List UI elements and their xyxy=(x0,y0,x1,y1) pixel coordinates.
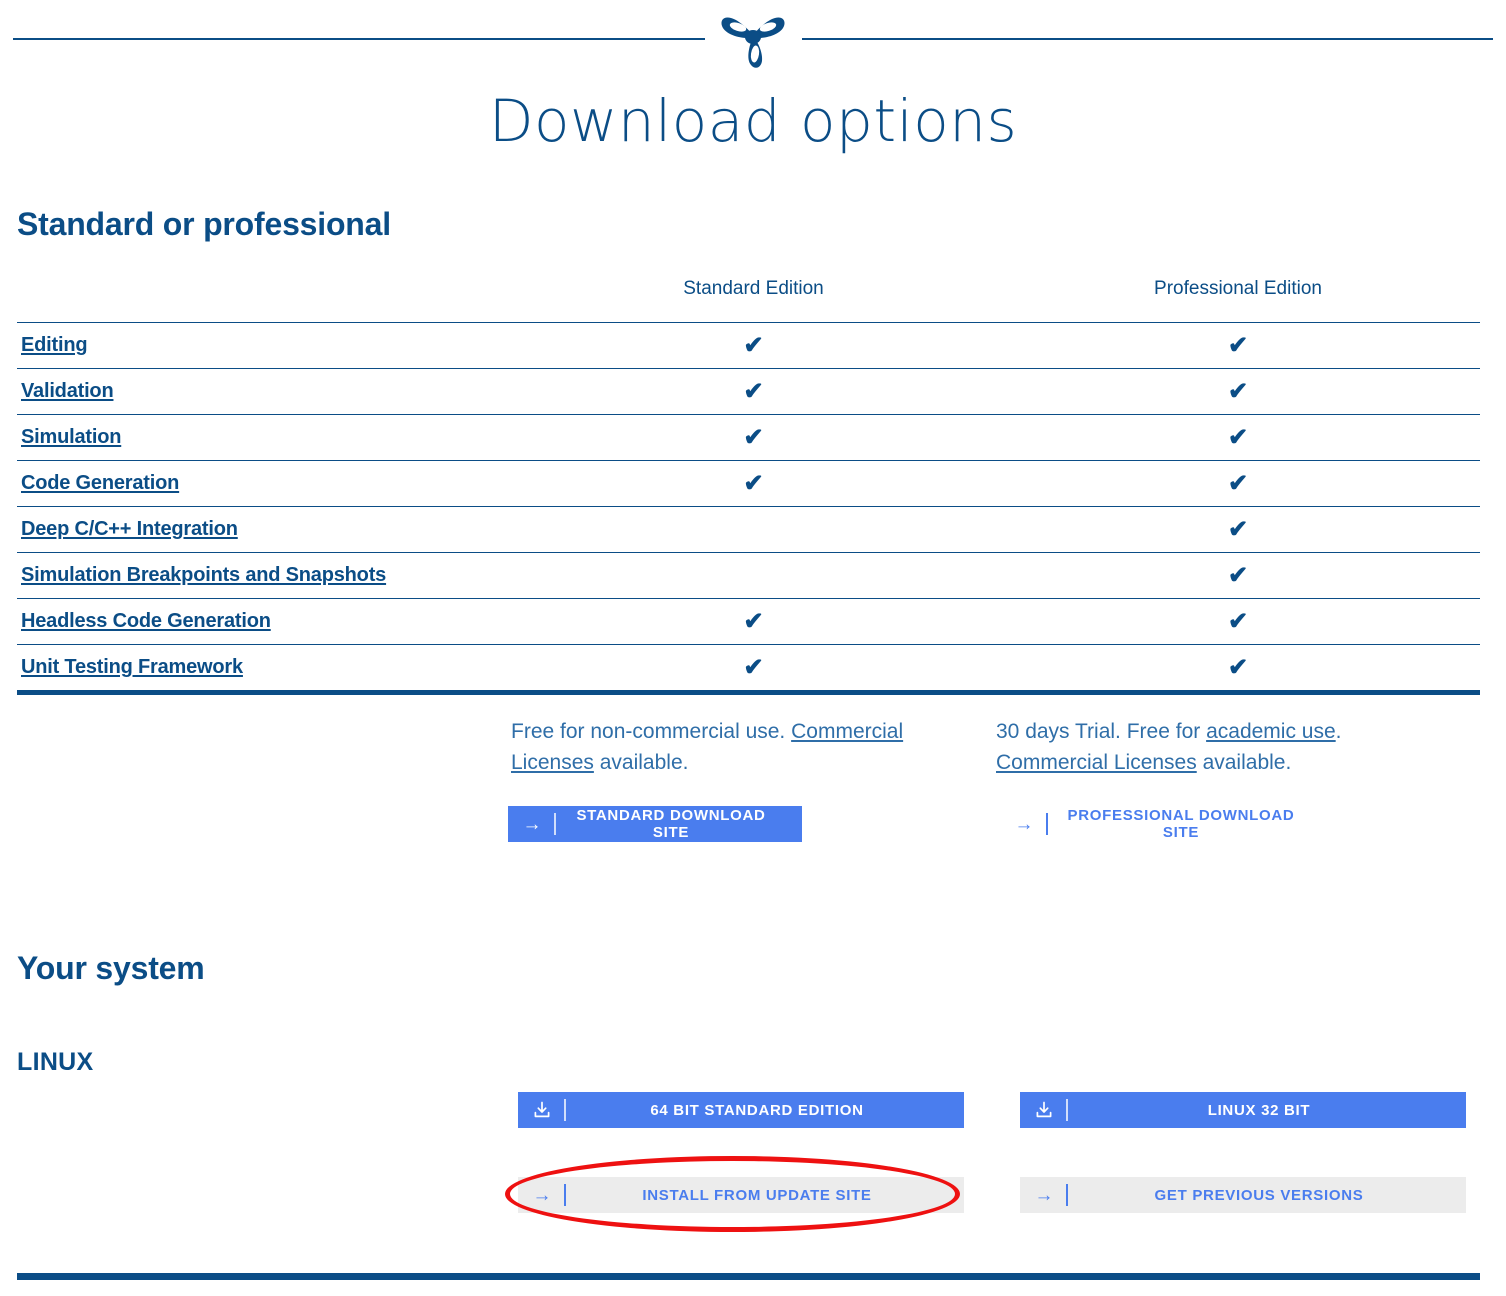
professional-cell: ✔ xyxy=(996,369,1480,415)
check-icon: ✔ xyxy=(743,377,764,405)
check-icon: ✔ xyxy=(743,653,764,681)
trefoil-logo-icon[interactable] xyxy=(718,8,788,70)
feature-cell: Editing xyxy=(17,323,511,369)
check-icon: ✔ xyxy=(1227,377,1249,405)
header-rule-left xyxy=(13,38,705,40)
license-professional-part3: available. xyxy=(1196,751,1292,774)
professional-cell: ✔ xyxy=(996,553,1480,599)
feature-link[interactable]: Simulation Breakpoints and Snapshots xyxy=(21,564,386,586)
check-icon: ✔ xyxy=(743,607,764,635)
professional-cell: ✔ xyxy=(996,507,1480,553)
feature-link[interactable]: Simulation xyxy=(21,426,121,448)
check-icon: ✔ xyxy=(743,423,764,451)
install-from-update-site-label: INSTALL FROM UPDATE SITE xyxy=(642,1186,872,1204)
feature-cell: Headless Code Generation xyxy=(17,599,511,645)
arrow-right-icon: → xyxy=(518,1177,566,1213)
feature-cell: Deep C/C++ Integration xyxy=(17,507,511,553)
table-row: Simulation ✔ ✔ xyxy=(17,414,1480,461)
table-row: Code Generation ✔ ✔ xyxy=(17,460,1480,507)
license-col-spacer xyxy=(17,716,511,778)
license-standard-part2: available. xyxy=(593,751,689,774)
table-row: Simulation Breakpoints and Snapshots ✔ xyxy=(17,552,1480,599)
get-previous-versions-label: GET PREVIOUS VERSIONS xyxy=(1154,1186,1364,1204)
download-icon xyxy=(518,1092,566,1128)
section-heading-comparison: Standard or professional xyxy=(17,206,391,242)
section-heading-your-system: Your system xyxy=(17,950,205,986)
download-linux-32bit-button[interactable]: LINUX 32 BIT xyxy=(1020,1092,1466,1128)
standard-cell xyxy=(511,507,996,553)
table-header-row: Standard Edition Professional Edition xyxy=(17,278,1480,323)
standard-cell: ✔ xyxy=(511,599,996,645)
professional-cell: ✔ xyxy=(996,461,1480,507)
professional-cell: ✔ xyxy=(996,323,1480,369)
license-row: Free for non-commercial use. Commercial … xyxy=(17,716,1480,778)
standard-cell: ✔ xyxy=(511,369,996,415)
check-icon: ✔ xyxy=(1227,515,1249,543)
download-linux-32bit-label: LINUX 32 BIT xyxy=(1207,1101,1311,1119)
feature-cell: Validation xyxy=(17,369,511,415)
column-header-feature xyxy=(17,278,511,323)
feature-link[interactable]: Deep C/C++ Integration xyxy=(21,518,238,540)
feature-link[interactable]: Editing xyxy=(21,334,88,356)
professional-cell: ✔ xyxy=(996,415,1480,461)
feature-link[interactable]: Validation xyxy=(21,380,114,402)
license-professional-part2: . xyxy=(1335,720,1342,743)
table-row: Deep C/C++ Integration ✔ xyxy=(17,506,1480,553)
standard-cell: ✔ xyxy=(511,415,996,461)
get-previous-versions-button[interactable]: → GET PREVIOUS VERSIONS xyxy=(1020,1177,1466,1213)
check-icon: ✔ xyxy=(1227,653,1249,681)
professional-cell: ✔ xyxy=(996,599,1480,645)
table-row: Headless Code Generation ✔ ✔ xyxy=(17,598,1480,645)
feature-cell: Unit Testing Framework xyxy=(17,645,511,693)
column-header-professional: Professional Edition xyxy=(1154,278,1322,299)
check-icon: ✔ xyxy=(1227,331,1249,359)
feature-cell: Simulation Breakpoints and Snapshots xyxy=(17,553,511,599)
download-64bit-standard-edition-button[interactable]: 64 BIT STANDARD EDITION xyxy=(518,1092,964,1128)
edition-comparison-table: Standard Edition Professional Edition Ed… xyxy=(17,278,1480,695)
column-header-standard: Standard Edition xyxy=(683,278,824,299)
check-icon: ✔ xyxy=(1227,561,1249,589)
commercial-licenses-link-professional[interactable]: Commercial Licenses xyxy=(996,751,1197,774)
check-icon: ✔ xyxy=(743,331,764,359)
arrow-right-icon: → xyxy=(1000,806,1048,842)
detected-os-label: LINUX xyxy=(17,1048,94,1076)
license-text-professional: 30 days Trial. Free for academic use. Co… xyxy=(996,716,1480,778)
academic-use-link[interactable]: academic use xyxy=(1206,720,1336,743)
footer-bar xyxy=(17,1273,1480,1280)
feature-link[interactable]: Unit Testing Framework xyxy=(21,656,243,678)
arrow-right-icon: → xyxy=(1020,1177,1068,1213)
page-header xyxy=(0,0,1506,78)
license-col-professional: 30 days Trial. Free for academic use. Co… xyxy=(996,716,1480,778)
feature-link[interactable]: Headless Code Generation xyxy=(21,610,271,632)
standard-cell xyxy=(511,553,996,599)
standard-cell: ✔ xyxy=(511,645,996,693)
feature-link[interactable]: Code Generation xyxy=(21,472,179,494)
license-standard-part1: Free for non-commercial use. xyxy=(511,720,792,743)
table-row: Validation ✔ ✔ xyxy=(17,368,1480,415)
standard-cell: ✔ xyxy=(511,461,996,507)
check-icon: ✔ xyxy=(743,469,764,497)
table-row: Unit Testing Framework ✔ ✔ xyxy=(17,644,1480,693)
professional-download-site-label: PROFESSIONAL DOWNLOAD SITE xyxy=(1067,807,1295,841)
check-icon: ✔ xyxy=(1227,423,1249,451)
feature-cell: Code Generation xyxy=(17,461,511,507)
table-row: Editing ✔ ✔ xyxy=(17,322,1480,369)
license-col-standard: Free for non-commercial use. Commercial … xyxy=(511,716,996,778)
check-icon: ✔ xyxy=(1227,469,1249,497)
professional-download-site-button[interactable]: → PROFESSIONAL DOWNLOAD SITE xyxy=(1000,806,1330,842)
feature-cell: Simulation xyxy=(17,415,511,461)
arrow-right-icon: → xyxy=(508,806,556,842)
license-text-standard: Free for non-commercial use. Commercial … xyxy=(511,716,996,778)
standard-cell: ✔ xyxy=(511,323,996,369)
install-from-update-site-button[interactable]: → INSTALL FROM UPDATE SITE xyxy=(518,1177,964,1213)
license-professional-part1: 30 days Trial. Free for xyxy=(996,720,1207,743)
standard-download-site-button[interactable]: → STANDARD DOWNLOAD SITE xyxy=(508,806,802,842)
download-icon xyxy=(1020,1092,1068,1128)
professional-cell: ✔ xyxy=(996,645,1480,693)
page-title: Download options xyxy=(488,87,1018,155)
download-64bit-standard-edition-label: 64 BIT STANDARD EDITION xyxy=(650,1101,864,1119)
check-icon: ✔ xyxy=(1227,607,1249,635)
header-rule-right xyxy=(802,38,1493,40)
standard-download-site-label: STANDARD DOWNLOAD SITE xyxy=(576,807,766,841)
